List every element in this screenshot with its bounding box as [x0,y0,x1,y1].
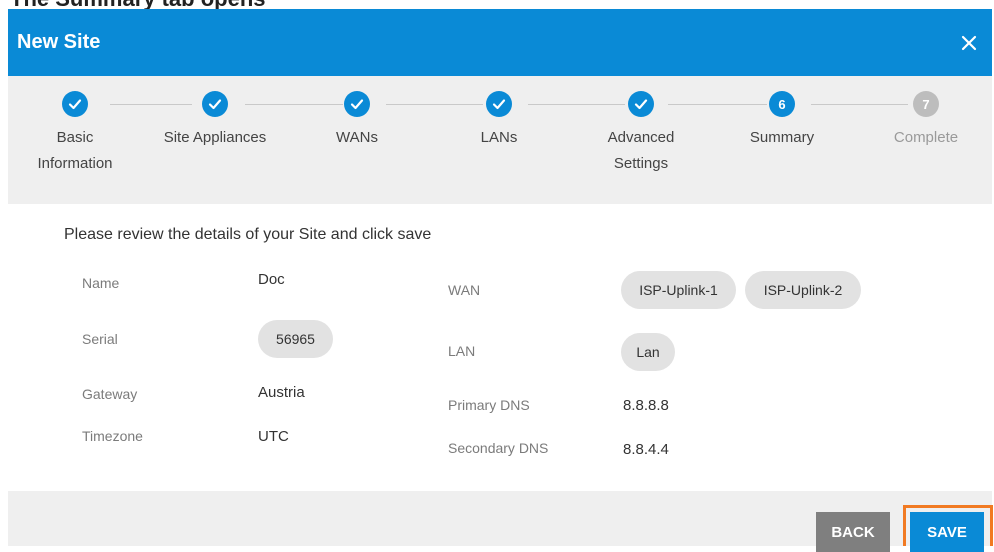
gateway-value: Austria [258,384,305,401]
step-label-line: Advanced [607,129,675,146]
step-lans[interactable]: LANs [429,91,569,151]
step-label: Advanced Settings [571,125,711,177]
wizard-stepper: Basic Information Site Appliances WANs L… [8,76,992,204]
wan-chip: ISP-Uplink-1 [621,271,736,309]
name-value: Doc [258,271,285,288]
step-label: Complete [893,129,959,146]
serial-chip: 56965 [258,320,333,358]
summary-intro: Please review the details of your Site a… [64,226,432,243]
lan-label: LAN [448,343,476,359]
step-advanced-settings[interactable]: Advanced Settings [571,91,711,177]
timezone-label: Timezone [82,428,143,444]
step-number-badge: 7 [913,91,939,117]
step-label: Site Appliances [163,129,267,146]
step-label-line: Information [37,155,113,172]
check-icon [344,91,370,117]
dialog-title: New Site [17,31,101,53]
close-icon[interactable] [958,32,980,54]
dialog-header: New Site [8,9,992,76]
lan-chip: Lan [621,333,675,371]
gateway-label: Gateway [82,386,138,402]
primary-dns-label: Primary DNS [448,397,530,413]
wan-chip: ISP-Uplink-2 [745,271,861,309]
step-label: LANs [480,129,518,146]
step-site-appliances[interactable]: Site Appliances [145,91,285,151]
name-label: Name [82,275,120,291]
serial-label: Serial [82,331,118,347]
check-icon [62,91,88,117]
primary-dns-value: 8.8.8.8 [623,397,669,414]
save-button[interactable]: SAVE [910,512,984,552]
step-wans[interactable]: WANs [287,91,427,151]
step-label: Basic Information [5,125,145,177]
timezone-value: UTC [258,428,289,445]
step-summary[interactable]: 6 Summary [712,91,852,151]
step-number-badge: 6 [769,91,795,117]
step-complete[interactable]: 7 Complete [856,91,994,151]
check-icon [628,91,654,117]
secondary-dns-label: Secondary DNS [448,440,549,456]
step-label: WANs [336,129,378,146]
step-label-line: Basic [56,129,94,146]
wan-label: WAN [448,282,481,298]
check-icon [486,91,512,117]
secondary-dns-value: 8.8.4.4 [623,441,669,458]
step-label: Summary [749,129,815,146]
check-icon [202,91,228,117]
step-basic-information[interactable]: Basic Information [5,91,145,177]
step-label-line: Settings [613,155,669,172]
back-button[interactable]: BACK [816,512,890,552]
